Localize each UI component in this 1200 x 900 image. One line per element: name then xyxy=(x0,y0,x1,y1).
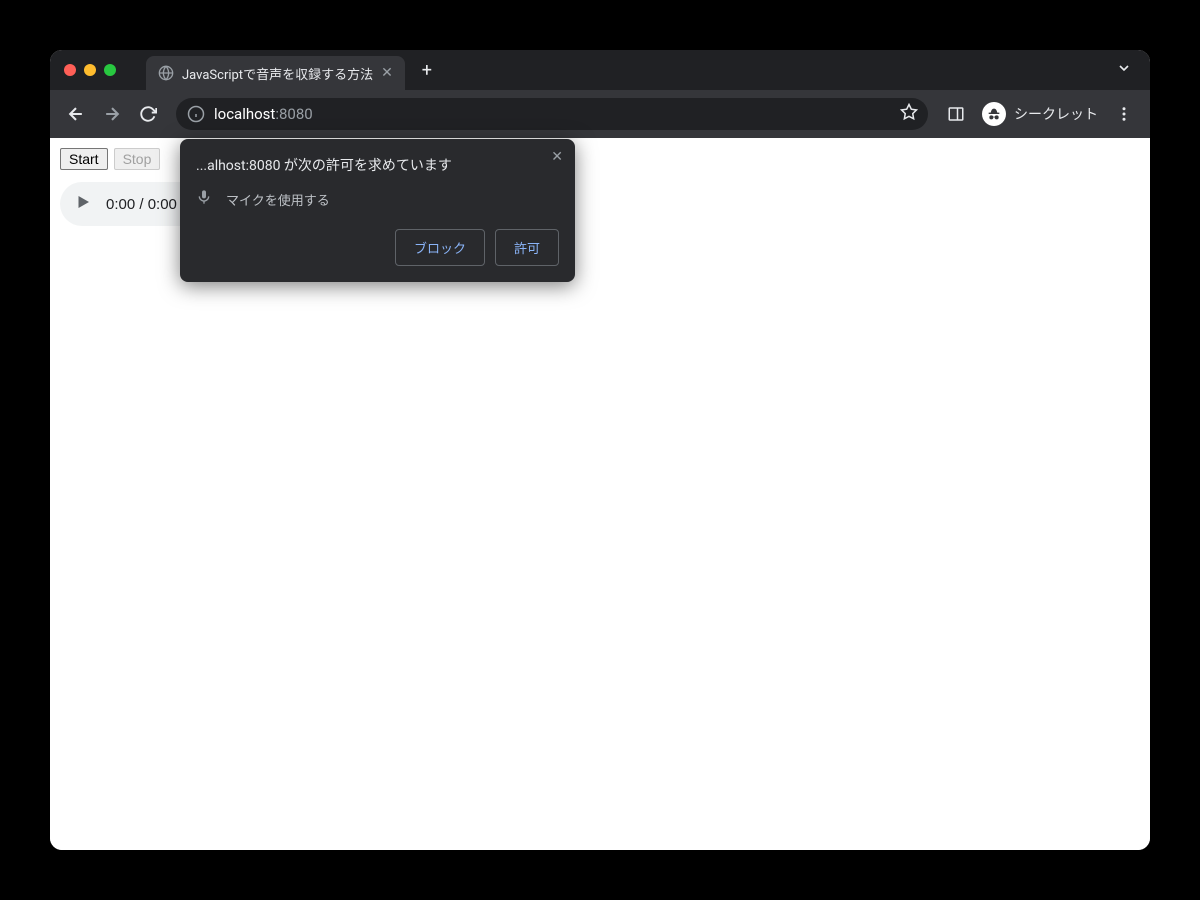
incognito-indicator[interactable]: シークレット xyxy=(976,102,1104,126)
permission-title: ...alhost:8080 が次の許可を求めています xyxy=(196,155,559,175)
new-tab-button[interactable]: + xyxy=(413,56,441,84)
window-expand-icon[interactable] xyxy=(1116,60,1136,80)
browser-window: JavaScriptで音声を収録する方法 ✕ + localhost:8080 xyxy=(50,50,1150,850)
globe-icon xyxy=(158,65,174,81)
close-tab-icon[interactable]: ✕ xyxy=(381,65,393,81)
tab-active[interactable]: JavaScriptで音声を収録する方法 ✕ xyxy=(146,56,405,90)
maximize-window-button[interactable] xyxy=(104,64,116,76)
close-window-button[interactable] xyxy=(64,64,76,76)
url-port: :8080 xyxy=(275,105,312,123)
forward-button[interactable] xyxy=(96,98,128,130)
audio-time: 0:00 / 0:00 xyxy=(106,196,177,213)
block-button[interactable]: ブロック xyxy=(395,229,485,266)
incognito-label: シークレット xyxy=(1014,104,1098,124)
back-button[interactable] xyxy=(60,98,92,130)
tab-title: JavaScriptで音声を収録する方法 xyxy=(182,64,373,83)
play-icon[interactable] xyxy=(74,193,92,215)
stop-button: Stop xyxy=(114,148,161,170)
permission-actions: ブロック 許可 xyxy=(196,229,559,266)
incognito-icon xyxy=(982,102,1006,126)
bookmark-star-icon[interactable] xyxy=(900,103,918,125)
permission-mic-label: マイクを使用する xyxy=(226,190,330,209)
start-button[interactable]: Start xyxy=(60,148,108,170)
traffic-lights xyxy=(64,64,116,76)
address-bar[interactable]: localhost:8080 xyxy=(176,98,928,130)
titlebar: JavaScriptで音声を収録する方法 ✕ + xyxy=(50,50,1150,90)
permission-row: マイクを使用する xyxy=(196,189,559,209)
side-panel-icon[interactable] xyxy=(940,98,972,130)
allow-button[interactable]: 許可 xyxy=(495,229,559,266)
site-info-icon[interactable] xyxy=(186,104,206,124)
minimize-window-button[interactable] xyxy=(84,64,96,76)
toolbar: localhost:8080 シークレット xyxy=(50,90,1150,138)
permission-popup: ✕ ...alhost:8080 が次の許可を求めています マイクを使用する ブ… xyxy=(180,139,575,282)
url-host: localhost xyxy=(214,105,275,123)
microphone-icon xyxy=(196,189,212,209)
close-icon[interactable]: ✕ xyxy=(551,149,563,165)
reload-button[interactable] xyxy=(132,98,164,130)
tabs: JavaScriptで音声を収録する方法 ✕ + xyxy=(146,50,441,90)
menu-button[interactable] xyxy=(1108,98,1140,130)
url-text: localhost:8080 xyxy=(214,105,313,123)
